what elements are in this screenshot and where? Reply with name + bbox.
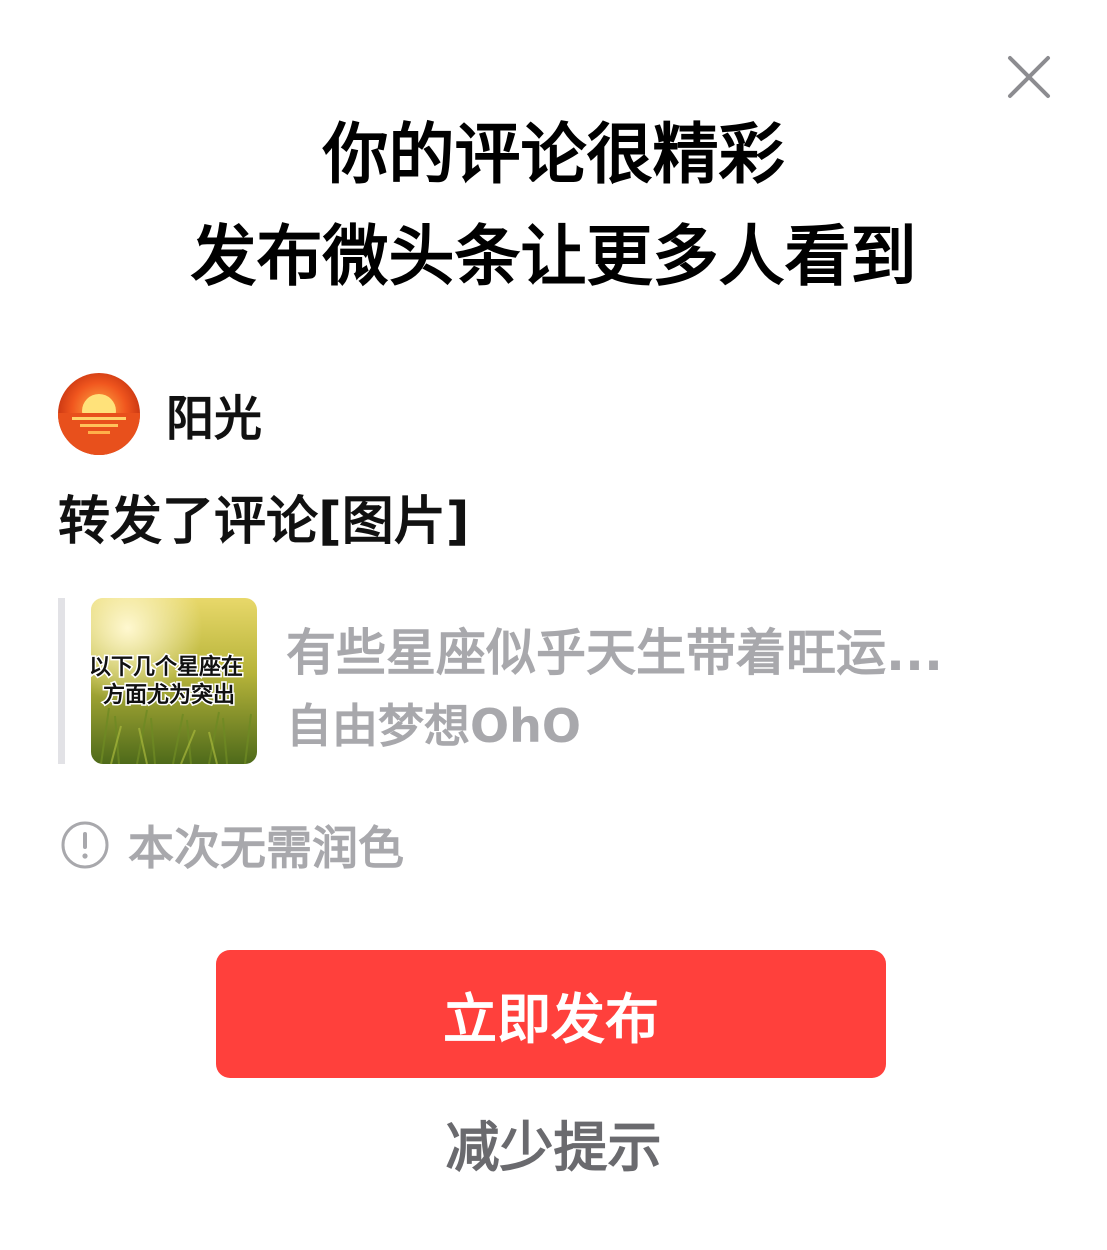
publish-now-button[interactable]: 立即发布 [216,950,886,1078]
author-row: 阳光 [58,372,262,456]
publish-suggestion-dialog: 你的评论很精彩 发布微头条让更多人看到 阳光 转发了评论[图片] 以下几个星座在… [0,0,1107,1250]
reduce-prompts-button[interactable]: 减少提示 [0,1112,1107,1184]
quoted-thumbnail[interactable]: 以下几个星座在 方面尤为突出 [91,598,257,764]
quoted-author: 自由梦想OhO [286,699,581,753]
notice-text: 本次无需润色 [128,821,404,875]
dialog-title-line1: 你的评论很精彩 [322,116,785,193]
post-text: 转发了评论[图片] [58,492,470,552]
avatar [58,373,140,455]
thumbnail-caption-line1: 以下几个星座在 [91,654,243,680]
quoted-comment-card[interactable]: 以下几个星座在 方面尤为突出 有些星座似乎天生带着旺运... 自由梦想OhO [58,598,1048,764]
author-name: 阳光 [166,391,263,447]
quote-bar [58,598,65,764]
close-button[interactable] [1000,48,1058,106]
dialog-title-line2: 发布微头条让更多人看到 [190,218,917,295]
thumbnail-caption-line2: 方面尤为突出 [103,682,235,708]
polish-notice: 本次无需润色 [60,814,404,876]
dialog-title: 你的评论很精彩 发布微头条让更多人看到 [0,104,1107,308]
info-icon [61,821,109,869]
close-icon [1008,56,1050,98]
sunset-avatar-icon [58,373,140,455]
grass-thumbnail-image: 以下几个星座在 方面尤为突出 [91,598,257,764]
quoted-title: 有些星座似乎天生带着旺运... [286,624,943,682]
